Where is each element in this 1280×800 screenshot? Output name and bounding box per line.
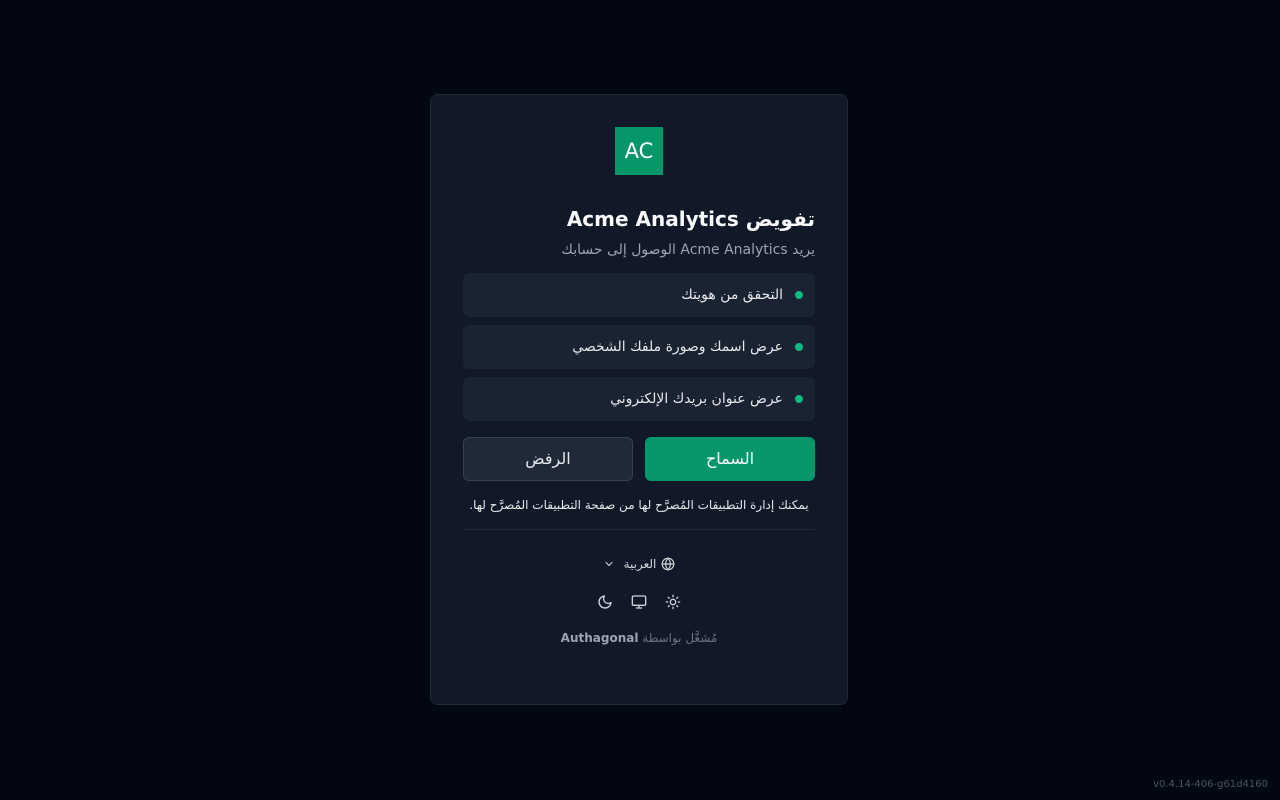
scope-label: عرض عنوان بريدك الإلكتروني	[610, 391, 783, 407]
allow-button[interactable]: السماح	[645, 437, 815, 481]
language-row: العربية	[463, 556, 815, 572]
scope-item: عرض عنوان بريدك الإلكتروني	[463, 377, 815, 421]
powered-by-brand: Authagonal	[560, 631, 639, 645]
manage-apps-note: يمكنك إدارة التطبيقات المُصرَّح لها من ص…	[469, 498, 809, 512]
scope-label: عرض اسمك وصورة ملفك الشخصي	[572, 339, 783, 355]
powered-by: مُشغَّل بواسطة Authagonal	[463, 630, 815, 646]
app-logo: AC	[615, 127, 663, 175]
scope-item: عرض اسمك وصورة ملفك الشخصي	[463, 325, 815, 369]
version-label: v0.4.14-406-g61d4160	[1153, 779, 1268, 790]
scope-dot-icon	[795, 291, 803, 299]
scope-dot-icon	[795, 395, 803, 403]
divider	[463, 529, 815, 530]
monitor-icon[interactable]	[631, 594, 647, 610]
action-buttons: السماح الرفض	[463, 437, 815, 481]
scope-list: التحقق من هويتك عرض اسمك وصورة ملفك الشخ…	[463, 273, 815, 421]
powered-by-prefix: مُشغَّل بواسطة	[642, 631, 718, 645]
consent-card: AC تفويض Acme Analytics يريد Acme Analyt…	[430, 94, 848, 705]
scope-label: التحقق من هويتك	[681, 287, 783, 303]
moon-icon[interactable]	[597, 594, 613, 610]
scope-dot-icon	[795, 343, 803, 351]
globe-icon	[661, 557, 675, 571]
language-label: العربية	[623, 557, 657, 571]
chevron-down-icon	[603, 558, 615, 570]
scope-item: التحقق من هويتك	[463, 273, 815, 317]
page-title: تفويض Acme Analytics	[566, 207, 815, 231]
language-selector[interactable]: العربية	[603, 557, 676, 571]
page: AC تفويض Acme Analytics يريد Acme Analyt…	[0, 0, 1280, 800]
deny-button[interactable]: الرفض	[463, 437, 633, 481]
page-subtitle: يريد Acme Analytics الوصول إلى حسابك	[561, 242, 815, 258]
theme-switcher	[463, 594, 815, 610]
sun-icon[interactable]	[665, 594, 681, 610]
